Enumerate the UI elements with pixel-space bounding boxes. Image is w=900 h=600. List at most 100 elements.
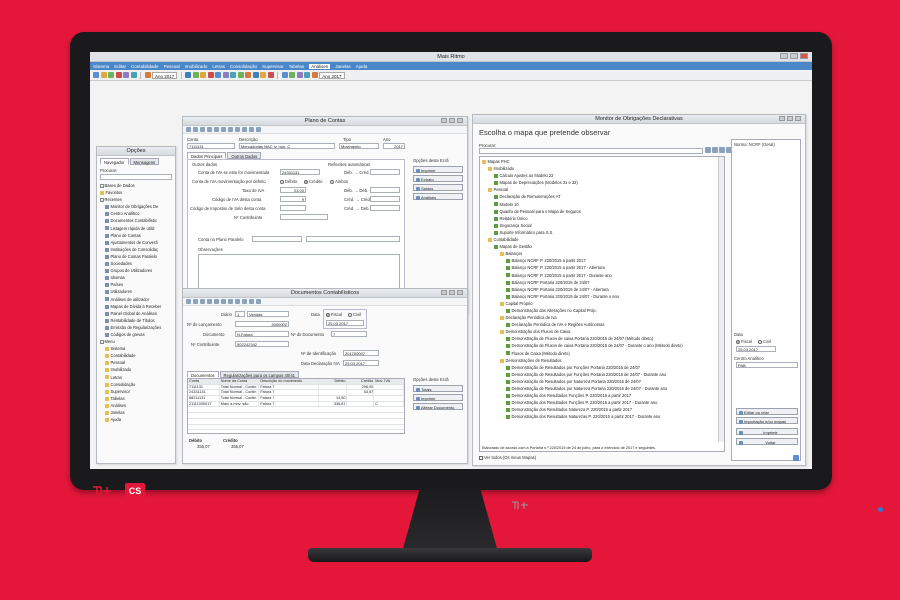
mapa-item[interactable]: Balanço NCRF Portaria 220/2015 de 24/07 … <box>482 286 718 293</box>
mapa-item[interactable]: Declaração de Remunerações AT <box>482 193 718 200</box>
empty-row[interactable] <box>188 425 404 431</box>
voltar-button[interactable]: Voltar <box>736 438 798 445</box>
tools-icon[interactable] <box>245 72 252 78</box>
nav-item[interactable]: Análises de utilizador <box>100 296 175 303</box>
nav-item[interactable]: Listagem rápida de utiliz <box>100 225 175 232</box>
mapa-item[interactable]: Segurança Social <box>482 222 718 229</box>
nav-item[interactable]: Documentos Contabilístic <box>100 217 175 224</box>
mapa-item[interactable]: Balanço NCRF P. 220/2015 a partir 2017 <box>482 257 718 264</box>
power-led[interactable] <box>878 507 883 512</box>
maximize-icon[interactable] <box>790 53 798 59</box>
radio-civil[interactable]: Civil <box>348 312 361 317</box>
mapa-item[interactable]: Balanço NCRF Portaria 220/2015 de 24/07 <box>482 279 718 286</box>
nav-item[interactable]: Janelas <box>100 409 175 416</box>
mapa-item[interactable]: Balanço NCRF P. 220/2015 a partir 2017 -… <box>482 272 718 279</box>
diario-num-field[interactable]: 1 <box>235 311 245 317</box>
alterar-documento-button[interactable]: Alterar Documento <box>413 403 463 410</box>
paralelo-field[interactable] <box>252 236 302 242</box>
totais-button[interactable]: Totais <box>413 385 463 392</box>
cred-deb-field[interactable] <box>370 205 400 211</box>
nav-item[interactable]: Supervisor <box>100 388 175 395</box>
mapa-item[interactable]: Capital Próprio <box>482 300 718 307</box>
menu-item-9[interactable]: Análises <box>309 63 331 69</box>
nav-item[interactable]: − Menu <box>100 338 175 345</box>
codigo-impostos-field[interactable] <box>280 205 306 211</box>
first-icon[interactable] <box>235 127 240 132</box>
next-icon[interactable] <box>249 299 254 304</box>
nav-item[interactable]: Sistema <box>100 345 175 352</box>
collapse-icon[interactable] <box>712 147 718 153</box>
taxa-field[interactable]: 23,00 <box>280 187 306 193</box>
menu-item-0[interactable]: Sistema <box>93 64 109 69</box>
minimize-icon[interactable] <box>441 290 447 295</box>
nav-item[interactable]: Idiomas <box>100 274 175 281</box>
tab-dados-principais[interactable]: Dados Principais <box>187 152 227 159</box>
close-icon[interactable] <box>457 118 463 123</box>
mapa-item[interactable]: Demonstração de Resultados por Natureza … <box>482 385 718 392</box>
deb-cred-field-1[interactable] <box>370 169 400 175</box>
nav-item[interactable]: Códigos de grevas <box>100 331 175 338</box>
nav-item[interactable]: Centro Analítico <box>100 210 175 217</box>
mapa-item[interactable]: Mapas de Gestão <box>482 243 718 250</box>
refresh-icon[interactable] <box>228 299 233 304</box>
data-iva-field[interactable]: 25.03.2017 <box>343 360 379 366</box>
open-icon[interactable] <box>100 72 107 78</box>
link-icon[interactable] <box>296 72 303 78</box>
first-icon[interactable] <box>235 299 240 304</box>
diario-nome-field[interactable]: Vendas <box>247 311 289 317</box>
mapa-item[interactable]: Pessoal <box>482 186 718 193</box>
database-icon[interactable] <box>252 72 259 78</box>
nav-item[interactable]: Ajuda <box>100 416 175 423</box>
observacoes-field[interactable] <box>198 254 400 290</box>
radio-ambos[interactable]: Ambos <box>330 179 348 184</box>
nav-item[interactable]: Monitor de Obrigações De <box>100 203 175 210</box>
tab-outros-dados[interactable]: Outros Dados <box>227 152 262 159</box>
copy-icon[interactable] <box>200 127 205 132</box>
menu-item-10[interactable]: Janelas <box>335 64 351 69</box>
users-icon[interactable] <box>215 72 222 78</box>
documento-num-field[interactable]: 7 <box>331 331 367 337</box>
mapa-item[interactable]: Balanço NCRF P. 220/2015 a partir 2017 -… <box>482 264 718 271</box>
ano-field[interactable]: 2017 <box>383 143 405 149</box>
nav-item[interactable]: Pessoal <box>100 359 175 366</box>
folder-icon[interactable] <box>200 72 207 78</box>
maximize-icon[interactable] <box>449 118 455 123</box>
nav-item[interactable]: Letras <box>100 374 175 381</box>
tree-scrollbar[interactable] <box>718 157 724 442</box>
settings-icon[interactable] <box>222 72 229 78</box>
radio-fiscal[interactable]: Fiscal <box>326 312 342 317</box>
data-field[interactable]: 25.03.2017 <box>326 320 364 326</box>
lancamento-field[interactable]: 3000002 <box>235 321 289 327</box>
radio-debito[interactable]: Débito <box>280 179 297 184</box>
extrato-button[interactable]: Extrato <box>413 175 463 182</box>
delete-icon[interactable] <box>115 72 122 78</box>
nav-item[interactable]: Plano de Contas <box>100 232 175 239</box>
search-icon[interactable] <box>186 127 191 132</box>
print-icon[interactable] <box>214 127 219 132</box>
home-icon[interactable] <box>281 72 288 78</box>
minimize-icon[interactable] <box>780 53 788 59</box>
new-icon[interactable] <box>193 299 198 304</box>
new-icon[interactable] <box>93 72 99 78</box>
saldos-button[interactable]: Saldos <box>413 184 463 191</box>
radio-credito[interactable]: Crédito <box>304 179 323 184</box>
prev-icon[interactable] <box>242 299 247 304</box>
analises-button[interactable]: Análises <box>413 193 463 200</box>
menu-item-1[interactable]: Editar <box>114 64 126 69</box>
tipo-field[interactable]: Movimento <box>339 143 379 149</box>
identificacao-field[interactable]: 201700007 <box>343 350 379 356</box>
mapa-item[interactable]: Demonstração das Alterações no Capital P… <box>482 307 718 314</box>
nav-item[interactable]: Sociedades <box>100 260 175 267</box>
nav-item[interactable]: Imobilizado <box>100 366 175 373</box>
list-icon[interactable] <box>221 127 226 132</box>
nav-item[interactable]: Rentabilidade de Títulos <box>100 317 175 324</box>
monitor-search-input[interactable] <box>479 148 703 154</box>
mapa-item[interactable]: Suporte Informático para S.S. <box>482 229 718 236</box>
nav-item[interactable]: Análises <box>100 402 175 409</box>
mapa-item[interactable]: Declaração Periódica de Iva <box>482 314 718 321</box>
mapa-item[interactable]: Demonstração dos Resultados Natureza P. … <box>482 406 718 413</box>
navigator-search-input[interactable] <box>100 174 172 180</box>
conta-iva-field[interactable]: 24331131 <box>280 169 320 175</box>
imprimir-monitor-button[interactable]: Imprimir <box>736 428 798 435</box>
mapa-item[interactable]: Quadro de Pessoal para o Mapa de Seguros <box>482 208 718 215</box>
